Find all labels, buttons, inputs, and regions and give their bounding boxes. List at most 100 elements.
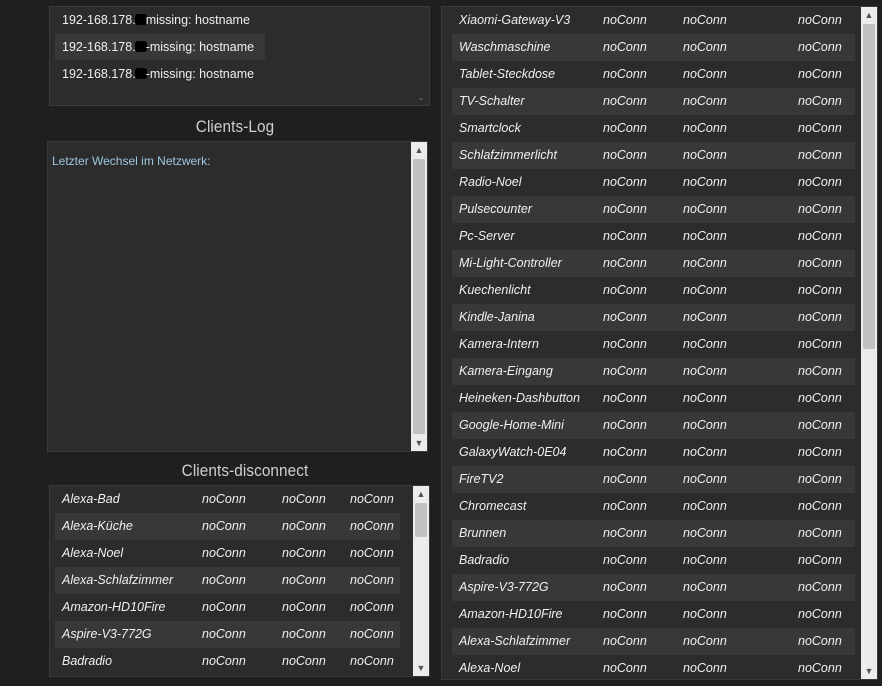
status-cell: noConn (603, 472, 647, 486)
clients-disconnect-title: Clients-disconnect (181, 461, 309, 480)
table-row[interactable]: Badradio noConn noConn noConn (55, 648, 400, 675)
status-cell: noConn (603, 553, 647, 567)
table-row[interactable]: Heineken-Dashbutton noConn noConn noConn (452, 385, 855, 412)
table-row[interactable]: Kindle-Janina noConn noConn noConn (452, 304, 855, 331)
table-row[interactable]: Pulsecounter noConn noConn noConn (452, 196, 855, 223)
table-row[interactable]: Kamera-Intern noConn noConn noConn (452, 331, 855, 358)
table-row[interactable]: Kamera-Eingang noConn noConn noConn (452, 358, 855, 385)
scroll-down-arrow-icon[interactable]: ▼ (411, 435, 427, 451)
clients-disconnect-panel[interactable]: Alexa-Bad noConn noConn noConn Alexa-Küche no… (49, 485, 430, 677)
host-row[interactable]: 192-168.178. -missing: hostname (55, 61, 265, 87)
table-row[interactable]: Aspire-V3-772G noConn noConn noConn (452, 574, 855, 601)
table-row[interactable]: Schlafzimmerlicht noConn noConn noConn (452, 142, 855, 169)
client-name: Pulsecounter (459, 202, 532, 216)
client-name: Badradio (459, 553, 510, 567)
client-name: Radio-Noel (459, 175, 522, 189)
status-cell: noConn (683, 364, 727, 378)
status-cell: noConn (603, 391, 647, 405)
status-cell: noConn (798, 364, 842, 378)
table-row[interactable]: Alexa-Küche noConn noConn noConn (55, 513, 400, 540)
status-cell: noConn (798, 94, 842, 108)
client-name: Aspire-V3-772G (459, 580, 549, 594)
client-status-panel[interactable]: Xiaomi-Gateway-V3 noConn noConn noConn Wasch… (441, 6, 878, 680)
table-row[interactable]: FireTV2 noConn noConn noConn (452, 466, 855, 493)
table-row[interactable]: Radio-Noel noConn noConn noConn (452, 169, 855, 196)
scroll-down-arrow-icon[interactable]: ▼ (861, 663, 877, 679)
table-row[interactable]: Amazon-HD10Fire noConn noConn noConn (55, 594, 400, 621)
table-row[interactable]: Chromecast noConn noConn noConn (452, 493, 855, 520)
status-cell: noConn (202, 654, 246, 668)
table-row[interactable]: Xiaomi-Gateway-V3 noConn noConn noConn (452, 7, 855, 34)
status-cell: noConn (683, 418, 727, 432)
status-cell: noConn (202, 627, 246, 641)
client-status-scrollbar[interactable]: ▲ ▼ (861, 7, 877, 679)
clients-disconnect-scrollbar[interactable]: ▲ ▼ (413, 486, 429, 676)
host-row[interactable]: 192-168.178. missing: hostname (55, 7, 265, 33)
status-cell: noConn (603, 256, 647, 270)
clients-log-scrollbar[interactable]: ▲ ▼ (411, 142, 427, 451)
status-cell: noConn (603, 40, 647, 54)
table-row[interactable]: GalaxyWatch-0E04 noConn noConn noConn (452, 439, 855, 466)
status-cell: noConn (683, 148, 727, 162)
status-cell: noConn (798, 418, 842, 432)
status-cell: noConn (683, 472, 727, 486)
status-cell: noConn (603, 364, 647, 378)
client-name: Kuechenlicht (459, 283, 531, 297)
client-name: Waschmaschine (459, 40, 551, 54)
table-row[interactable]: Brunnen noConn noConn noConn (452, 520, 855, 547)
table-row[interactable]: Kuechenlicht noConn noConn noConn (452, 277, 855, 304)
status-cell: noConn (350, 519, 394, 533)
scroll-down-arrow-icon[interactable]: ▼ (413, 660, 429, 676)
status-cell: noConn (603, 283, 647, 297)
clients-log-panel[interactable]: Letzter Wechsel im Netzwerk: ▲ ▼ (47, 141, 428, 452)
table-row[interactable]: Badradio noConn noConn noConn (452, 547, 855, 574)
table-row[interactable]: TV-Schalter noConn noConn noConn (452, 88, 855, 115)
scroll-up-arrow-icon[interactable]: ▲ (413, 486, 429, 502)
status-cell: noConn (603, 580, 647, 594)
status-cell: noConn (282, 654, 326, 668)
client-name: Brunnen (459, 526, 507, 540)
table-row[interactable]: Google-Home-Mini noConn noConn noConn (452, 412, 855, 439)
scrollbar-thumb[interactable] (415, 503, 427, 537)
scroll-up-arrow-icon[interactable]: ▲ (861, 7, 877, 23)
clients-log-title: Clients-Log (195, 117, 275, 136)
client-name: TV-Schalter (459, 94, 525, 108)
table-row[interactable]: Amazon-HD10Fire noConn noConn noConn (452, 601, 855, 628)
host-list-scrollbar[interactable]: ⌄ (413, 7, 429, 105)
status-cell: noConn (282, 546, 326, 560)
chevron-down-icon[interactable]: ⌄ (413, 89, 429, 105)
host-row[interactable]: 192-168.178. -missing: hostname (55, 34, 265, 60)
status-cell: noConn (683, 175, 727, 189)
table-row[interactable]: Pc-Server noConn noConn noConn (452, 223, 855, 250)
host-list-panel[interactable]: 192-168.178. missing: hostname 192-168.17… (49, 6, 430, 106)
table-row[interactable]: Tablet-Steckdose noConn noConn noConn (452, 61, 855, 88)
client-name: FireTV2 (459, 472, 504, 486)
status-cell: noConn (683, 229, 727, 243)
status-cell: noConn (798, 391, 842, 405)
table-row[interactable]: Aspire-V3-772G noConn noConn noConn (55, 621, 400, 648)
scrollbar-thumb[interactable] (413, 159, 425, 434)
status-cell: noConn (683, 580, 727, 594)
table-row[interactable]: Alexa-Schlafzimmer noConn noConn noConn (452, 628, 855, 655)
client-name: Aspire-V3-772G (62, 627, 152, 641)
scrollbar-thumb[interactable] (863, 24, 875, 349)
table-row[interactable]: Alexa-Noel noConn noConn noConn (55, 540, 400, 567)
status-cell: noConn (683, 607, 727, 621)
table-row[interactable]: Smartclock noConn noConn noConn (452, 115, 855, 142)
status-cell: noConn (683, 40, 727, 54)
status-cell: noConn (282, 492, 326, 506)
scroll-up-arrow-icon[interactable]: ▲ (411, 142, 427, 158)
client-name: Chromecast (459, 499, 527, 513)
table-row[interactable]: Alexa-Bad noConn noConn noConn (55, 486, 400, 513)
table-row[interactable]: Mi-Light-Controller noConn noConn noConn (452, 250, 855, 277)
status-cell: noConn (603, 661, 647, 675)
table-row[interactable]: Alexa-Noel noConn noConn noConn (452, 655, 855, 679)
table-row[interactable]: Alexa-Schlafzimmer noConn noConn noConn (55, 567, 400, 594)
client-name: Smartclock (459, 121, 521, 135)
client-name: Alexa-Noel (62, 546, 124, 560)
status-cell: noConn (350, 546, 394, 560)
table-row[interactable]: Waschmaschine noConn noConn noConn (452, 34, 855, 61)
status-cell: noConn (350, 492, 394, 506)
status-cell: noConn (603, 13, 647, 27)
status-cell: noConn (798, 67, 842, 81)
